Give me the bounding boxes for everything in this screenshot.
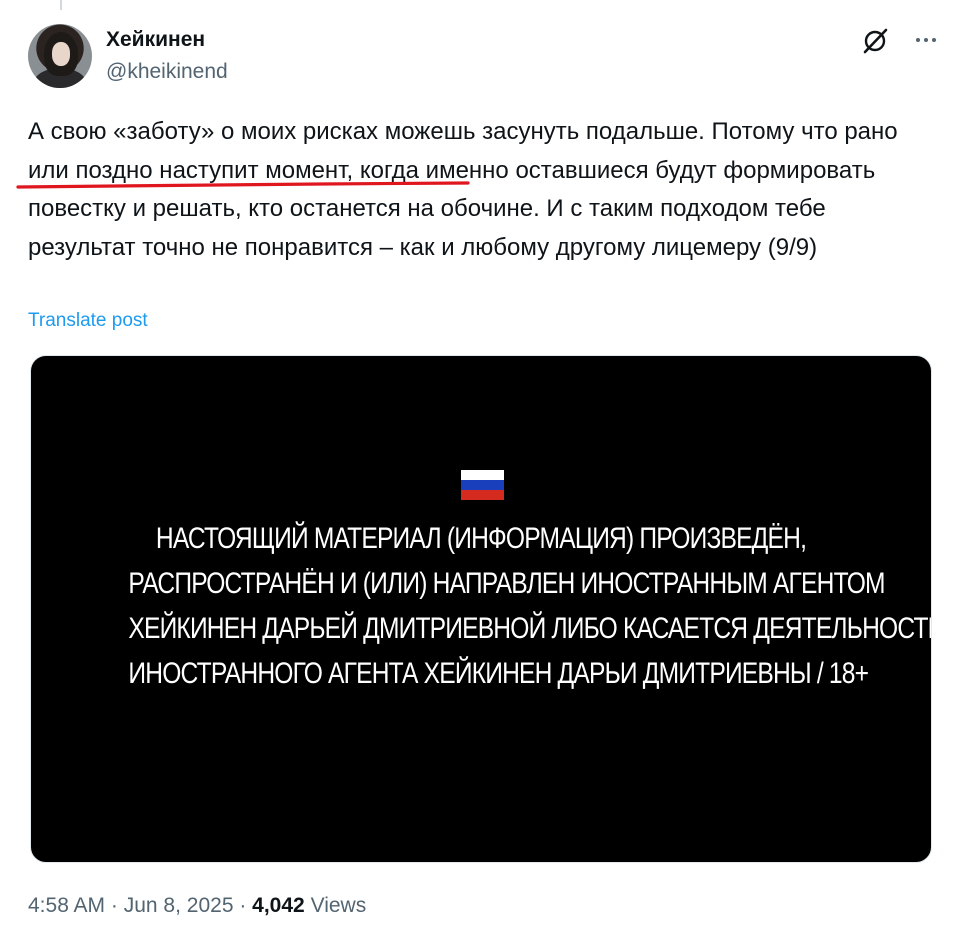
disclaimer-line: ИНОСТРАННОГО АГЕНТА ХЕЙКИНЕН ДАРЬИ ДМИТР…: [128, 657, 869, 690]
post-header: Хейкинен @kheikinend: [28, 24, 940, 90]
separator: ·: [105, 894, 124, 917]
disclaimer-line: ХЕЙКИНЕН ДАРЬЕЙ ДМИТРИЕВНОЙ ЛИБО КАСАЕТС…: [128, 612, 932, 645]
author-display-name[interactable]: Хейкинен: [106, 28, 205, 52]
foreign-agent-disclaimer: НАСТОЯЩИЙ МАТЕРИАЛ (ИНФОРМАЦИЯ) ПРОИЗВЕД…: [128, 516, 932, 696]
disclaimer-line: РАСПРОСТРАНЁН И (ИЛИ) НАПРАВЛЕН ИНОСТРАН…: [128, 567, 885, 600]
avatar[interactable]: [28, 24, 92, 88]
post-media-image[interactable]: НАСТОЯЩИЙ МАТЕРИАЛ (ИНФОРМАЦИЯ) ПРОИЗВЕД…: [30, 355, 932, 863]
separator: ·: [233, 894, 253, 917]
grok-icon[interactable]: [860, 26, 890, 56]
author-handle[interactable]: @kheikinend: [106, 60, 228, 84]
post-time[interactable]: 4:58 AM: [28, 894, 105, 917]
translate-post-link[interactable]: Translate post: [28, 310, 148, 332]
disclaimer-line: НАСТОЯЩИЙ МАТЕРИАЛ (ИНФОРМАЦИЯ) ПРОИЗВЕД…: [155, 522, 807, 555]
post-footer: 4:58 AM · Jun 8, 2025 · 4,042 Views: [28, 894, 366, 918]
russian-flag-icon: [461, 470, 504, 500]
views-count: 4,042: [252, 894, 305, 917]
red-underline-annotation: [16, 181, 470, 189]
views-label: Views: [304, 894, 367, 917]
more-icon[interactable]: [912, 28, 940, 52]
post-date[interactable]: Jun 8, 2025: [124, 894, 234, 917]
thread-connector-line: [60, 0, 62, 10]
